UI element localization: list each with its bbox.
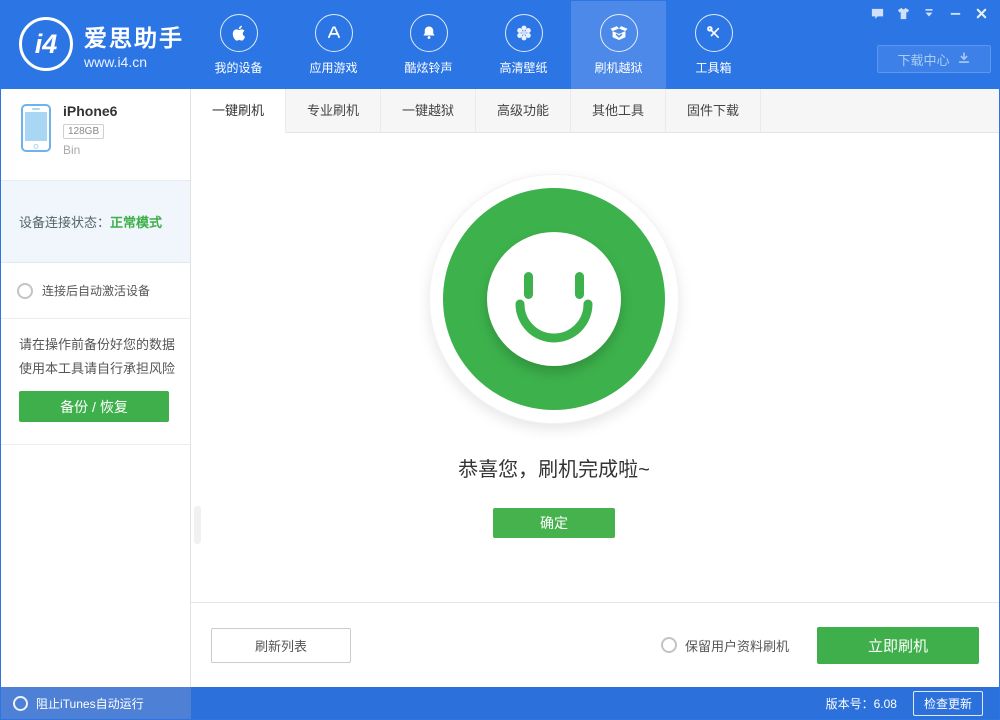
app-name: 爱思助手 bbox=[84, 19, 184, 53]
tabbar: 一键刷机 专业刷机 一键越狱 高级功能 其他工具 固件下载 bbox=[191, 89, 999, 133]
keep-user-data-radio[interactable] bbox=[661, 637, 677, 653]
version-label: 版本号：6.08 bbox=[826, 695, 897, 712]
check-update-button[interactable]: 检查更新 bbox=[913, 691, 983, 716]
apple-icon bbox=[220, 14, 258, 52]
nav-item-toolbox[interactable]: 工具箱 bbox=[666, 1, 761, 89]
warning-line-2: 使用本工具请自行承担风险 bbox=[19, 357, 190, 381]
i4-logo-icon: i4 bbox=[19, 17, 73, 71]
tab-pro-flash[interactable]: 专业刷机 bbox=[286, 89, 381, 133]
app-window: i4 爱思助手 www.i4.cn 我的设备 应用游戏 bbox=[0, 0, 1000, 720]
device-card: iPhone6 128GB Bin bbox=[1, 89, 190, 181]
nav-item-ringtones[interactable]: 酷炫铃声 bbox=[381, 1, 476, 89]
tab-advanced[interactable]: 高级功能 bbox=[476, 89, 571, 133]
flower-icon bbox=[505, 14, 543, 52]
window-controls bbox=[869, 5, 989, 21]
smiley-icon bbox=[429, 174, 679, 424]
download-center-label: 下载中心 bbox=[897, 50, 949, 69]
device-capacity-badge: 128GB bbox=[63, 124, 104, 139]
device-owner: Bin bbox=[63, 143, 190, 157]
block-itunes-radio[interactable] bbox=[13, 696, 28, 711]
keep-user-data-label: 保留用户资料刷机 bbox=[685, 636, 789, 655]
dropdown-icon[interactable] bbox=[921, 5, 937, 21]
device-name: iPhone6 bbox=[63, 103, 190, 119]
block-itunes-label: 阻止iTunes自动运行 bbox=[36, 695, 144, 712]
app-logo: i4 爱思助手 www.i4.cn bbox=[19, 17, 184, 71]
action-bar: 刷新列表 保留用户资料刷机 立即刷机 bbox=[191, 602, 999, 687]
toolbox-icon bbox=[695, 14, 733, 52]
ok-button[interactable]: 确定 bbox=[493, 508, 615, 538]
jailbreak-box-icon bbox=[600, 14, 638, 52]
header: i4 爱思助手 www.i4.cn 我的设备 应用游戏 bbox=[1, 1, 999, 89]
connection-status-value: 正常模式 bbox=[110, 212, 162, 231]
backup-warning: 请在操作前备份好您的数据 使用本工具请自行承担风险 备份 / 恢复 bbox=[1, 319, 190, 445]
main-nav: 我的设备 应用游戏 酷炫铃声 高清壁纸 bbox=[191, 1, 761, 89]
success-message: 恭喜您，刷机完成啦~ bbox=[458, 453, 650, 482]
nav-label: 酷炫铃声 bbox=[404, 59, 452, 76]
tab-firmware-download[interactable]: 固件下载 bbox=[666, 89, 761, 133]
close-icon[interactable] bbox=[973, 5, 989, 21]
download-center-button[interactable]: 下载中心 bbox=[877, 45, 991, 73]
iphone-icon bbox=[21, 104, 51, 152]
nav-label: 工具箱 bbox=[695, 59, 731, 76]
auto-activate-radio[interactable] bbox=[17, 283, 33, 299]
connection-status: 设备连接状态： 正常模式 bbox=[1, 181, 190, 263]
statusbar: 阻止iTunes自动运行 版本号：6.08 检查更新 bbox=[1, 687, 999, 719]
nav-item-flash-jailbreak[interactable]: 刷机越狱 bbox=[571, 1, 666, 89]
minimize-icon[interactable] bbox=[947, 5, 963, 21]
skin-icon[interactable] bbox=[895, 5, 911, 21]
backup-restore-button[interactable]: 备份 / 恢复 bbox=[19, 391, 169, 422]
app-site: www.i4.cn bbox=[84, 54, 184, 70]
body: iPhone6 128GB Bin 设备连接状态： 正常模式 连接后自动激活设备… bbox=[1, 89, 999, 687]
smiley-face-icon bbox=[487, 232, 621, 366]
auto-activate-label: 连接后自动激活设备 bbox=[42, 282, 150, 299]
nav-item-wallpapers[interactable]: 高清壁纸 bbox=[476, 1, 571, 89]
block-itunes-option[interactable]: 阻止iTunes自动运行 bbox=[1, 687, 191, 719]
bell-icon bbox=[410, 14, 448, 52]
feedback-icon[interactable] bbox=[869, 5, 885, 21]
nav-label: 高清壁纸 bbox=[499, 59, 547, 76]
logo-mark-text: i4 bbox=[35, 29, 58, 60]
nav-item-my-devices[interactable]: 我的设备 bbox=[191, 1, 286, 89]
connection-status-label: 设备连接状态： bbox=[19, 212, 110, 231]
tabbar-filler bbox=[761, 89, 999, 133]
appstore-icon bbox=[315, 14, 353, 52]
sidebar-filler bbox=[1, 445, 190, 687]
keep-user-data-option[interactable]: 保留用户资料刷机 bbox=[661, 636, 789, 655]
flash-result-panel: 恭喜您，刷机完成啦~ 确定 bbox=[191, 133, 999, 602]
main-content: 一键刷机 专业刷机 一键越狱 高级功能 其他工具 固件下载 bbox=[191, 89, 999, 687]
auto-activate-option[interactable]: 连接后自动激活设备 bbox=[1, 263, 190, 319]
nav-label: 应用游戏 bbox=[309, 59, 357, 76]
tab-one-click-jailbreak[interactable]: 一键越狱 bbox=[381, 89, 476, 133]
scrollbar-thumb[interactable] bbox=[194, 506, 201, 544]
warning-line-1: 请在操作前备份好您的数据 bbox=[19, 333, 190, 357]
flash-now-button[interactable]: 立即刷机 bbox=[817, 627, 979, 664]
refresh-list-button[interactable]: 刷新列表 bbox=[211, 628, 351, 663]
download-icon bbox=[957, 51, 971, 68]
tab-one-click-flash[interactable]: 一键刷机 bbox=[191, 89, 286, 133]
nav-label: 刷机越狱 bbox=[594, 59, 642, 76]
nav-item-apps-games[interactable]: 应用游戏 bbox=[286, 1, 381, 89]
nav-label: 我的设备 bbox=[214, 59, 262, 76]
sidebar: iPhone6 128GB Bin 设备连接状态： 正常模式 连接后自动激活设备… bbox=[1, 89, 191, 687]
tab-other-tools[interactable]: 其他工具 bbox=[571, 89, 666, 133]
